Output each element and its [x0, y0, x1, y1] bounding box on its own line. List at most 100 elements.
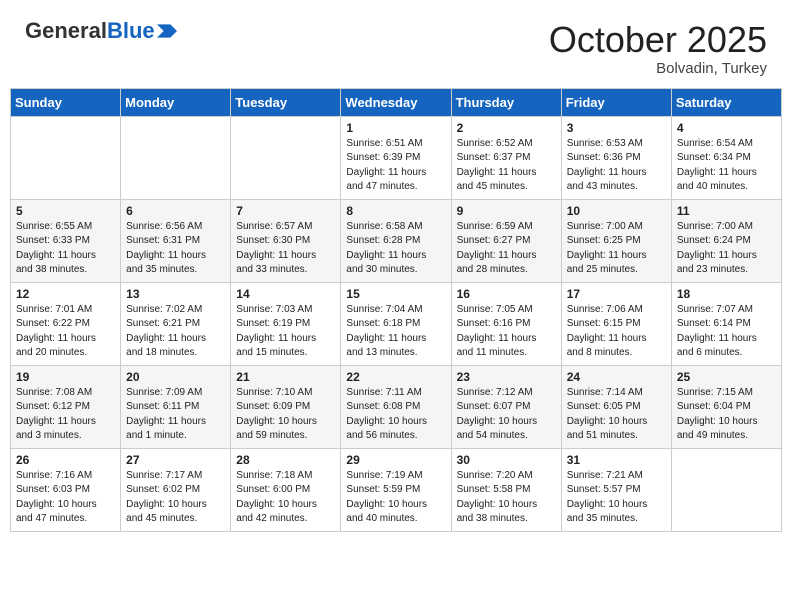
day-number: 25: [677, 370, 776, 384]
day-info: Sunrise: 6:56 AM Sunset: 6:31 PM Dayligh…: [126, 220, 225, 278]
day-number: 22: [346, 370, 445, 384]
week-row-1: 1 Sunrise: 6:51 AM Sunset: 6:39 PM Daylig…: [11, 116, 782, 199]
day-info: Sunrise: 6:59 AM Sunset: 6:27 PM Dayligh…: [457, 220, 556, 278]
calendar-table: SundayMondayTuesdayWednesdayThursdayFrid…: [10, 88, 782, 532]
day-info: Sunrise: 7:15 AM Sunset: 6:04 PM Dayligh…: [677, 386, 776, 444]
week-row-3: 12Sunrise: 7:01 AM Sunset: 6:22 PM Dayli…: [11, 282, 782, 365]
day-info: Sunrise: 6:53 AM Sunset: 6:36 PM Dayligh…: [567, 137, 666, 195]
day-number: 19: [16, 370, 115, 384]
day-cell: 3 Sunrise: 6:53 AM Sunset: 6:36 PM Daylig…: [561, 116, 671, 199]
day-info: Sunrise: 7:20 AM Sunset: 5:58 PM Dayligh…: [457, 469, 556, 527]
day-number: 16: [457, 287, 556, 301]
day-cell: [121, 116, 231, 199]
day-cell: 26 Sunrise: 7:16 AM Sunset: 6:03 PM Dayli…: [11, 448, 121, 531]
day-number: 8: [346, 204, 445, 218]
day-number: 10: [567, 204, 666, 218]
week-row-4: 19 Sunrise: 7:08 AM Sunset: 6:12 PM Dayli…: [11, 365, 782, 448]
day-cell: 8 Sunrise: 6:58 AM Sunset: 6:28 PM Daylig…: [341, 199, 451, 282]
day-cell: 4 Sunrise: 6:54 AM Sunset: 6:34 PM Daylig…: [671, 116, 781, 199]
day-info: Sunrise: 7:03 AM Sunset: 6:19 PM Dayligh…: [236, 303, 335, 361]
day-info: Sunrise: 7:21 AM Sunset: 5:57 PM Dayligh…: [567, 469, 666, 527]
header-wednesday: Wednesday: [341, 88, 451, 116]
day-cell: 12Sunrise: 7:01 AM Sunset: 6:22 PM Dayli…: [11, 282, 121, 365]
day-cell: 20Sunrise: 7:09 AM Sunset: 6:11 PM Dayli…: [121, 365, 231, 448]
day-cell: 21 Sunrise: 7:10 AM Sunset: 6:09 PM Dayli…: [231, 365, 341, 448]
header-saturday: Saturday: [671, 88, 781, 116]
day-info: Sunrise: 6:55 AM Sunset: 6:33 PM Dayligh…: [16, 220, 115, 278]
day-number: 27: [126, 453, 225, 467]
day-info: Sunrise: 7:00 AM Sunset: 6:24 PM Dayligh…: [677, 220, 776, 278]
calendar-header: SundayMondayTuesdayWednesdayThursdayFrid…: [11, 88, 782, 116]
day-cell: [231, 116, 341, 199]
header-sunday: Sunday: [11, 88, 121, 116]
calendar-body: 1 Sunrise: 6:51 AM Sunset: 6:39 PM Daylig…: [11, 116, 782, 531]
day-cell: 17 Sunrise: 7:06 AM Sunset: 6:15 PM Dayli…: [561, 282, 671, 365]
day-number: 18: [677, 287, 776, 301]
day-info: Sunrise: 7:01 AM Sunset: 6:22 PM Dayligh…: [16, 303, 115, 361]
day-number: 13: [126, 287, 225, 301]
day-number: 30: [457, 453, 556, 467]
day-info: Sunrise: 6:54 AM Sunset: 6:34 PM Dayligh…: [677, 137, 776, 195]
day-cell: 13 Sunrise: 7:02 AM Sunset: 6:21 PM Dayli…: [121, 282, 231, 365]
day-info: Sunrise: 6:51 AM Sunset: 6:39 PM Dayligh…: [346, 137, 445, 195]
day-info: Sunrise: 7:18 AM Sunset: 6:00 PM Dayligh…: [236, 469, 335, 527]
day-number: 2: [457, 121, 556, 135]
day-info: Sunrise: 7:09 AM Sunset: 6:11 PM Dayligh…: [126, 386, 225, 444]
day-info: Sunrise: 7:08 AM Sunset: 6:12 PM Dayligh…: [16, 386, 115, 444]
day-number: 3: [567, 121, 666, 135]
day-number: 21: [236, 370, 335, 384]
days-of-week-row: SundayMondayTuesdayWednesdayThursdayFrid…: [11, 88, 782, 116]
day-info: Sunrise: 6:52 AM Sunset: 6:37 PM Dayligh…: [457, 137, 556, 195]
day-info: Sunrise: 7:07 AM Sunset: 6:14 PM Dayligh…: [677, 303, 776, 361]
page-header: GeneralBlue October 2025 Bolvadin, Turke…: [10, 10, 782, 82]
day-cell: 16Sunrise: 7:05 AM Sunset: 6:16 PM Dayli…: [451, 282, 561, 365]
day-info: Sunrise: 7:16 AM Sunset: 6:03 PM Dayligh…: [16, 469, 115, 527]
day-info: Sunrise: 7:19 AM Sunset: 5:59 PM Dayligh…: [346, 469, 445, 527]
day-cell: 31 Sunrise: 7:21 AM Sunset: 5:57 PM Dayli…: [561, 448, 671, 531]
day-number: 14: [236, 287, 335, 301]
day-cell: 5 Sunrise: 6:55 AM Sunset: 6:33 PM Daylig…: [11, 199, 121, 282]
day-info: Sunrise: 6:58 AM Sunset: 6:28 PM Dayligh…: [346, 220, 445, 278]
title-block: October 2025 Bolvadin, Turkey: [549, 20, 767, 77]
day-number: 24: [567, 370, 666, 384]
day-number: 1: [346, 121, 445, 135]
header-thursday: Thursday: [451, 88, 561, 116]
day-number: 17: [567, 287, 666, 301]
day-cell: [11, 116, 121, 199]
day-info: Sunrise: 7:02 AM Sunset: 6:21 PM Dayligh…: [126, 303, 225, 361]
day-cell: 24Sunrise: 7:14 AM Sunset: 6:05 PM Dayli…: [561, 365, 671, 448]
logo: GeneralBlue: [25, 20, 177, 42]
day-cell: 2 Sunrise: 6:52 AM Sunset: 6:37 PM Daylig…: [451, 116, 561, 199]
day-info: Sunrise: 7:10 AM Sunset: 6:09 PM Dayligh…: [236, 386, 335, 444]
day-number: 6: [126, 204, 225, 218]
day-info: Sunrise: 7:12 AM Sunset: 6:07 PM Dayligh…: [457, 386, 556, 444]
day-info: Sunrise: 7:17 AM Sunset: 6:02 PM Dayligh…: [126, 469, 225, 527]
day-number: 23: [457, 370, 556, 384]
location: Bolvadin, Turkey: [549, 60, 767, 77]
day-cell: [671, 448, 781, 531]
day-number: 15: [346, 287, 445, 301]
day-info: Sunrise: 7:00 AM Sunset: 6:25 PM Dayligh…: [567, 220, 666, 278]
day-cell: 28Sunrise: 7:18 AM Sunset: 6:00 PM Dayli…: [231, 448, 341, 531]
day-number: 5: [16, 204, 115, 218]
day-cell: 23 Sunrise: 7:12 AM Sunset: 6:07 PM Dayli…: [451, 365, 561, 448]
day-cell: 10 Sunrise: 7:00 AM Sunset: 6:25 PM Dayli…: [561, 199, 671, 282]
day-number: 26: [16, 453, 115, 467]
day-number: 4: [677, 121, 776, 135]
day-cell: 15Sunrise: 7:04 AM Sunset: 6:18 PM Dayli…: [341, 282, 451, 365]
day-info: Sunrise: 7:11 AM Sunset: 6:08 PM Dayligh…: [346, 386, 445, 444]
header-tuesday: Tuesday: [231, 88, 341, 116]
day-cell: 25 Sunrise: 7:15 AM Sunset: 6:04 PM Dayli…: [671, 365, 781, 448]
day-number: 11: [677, 204, 776, 218]
week-row-5: 26 Sunrise: 7:16 AM Sunset: 6:03 PM Dayli…: [11, 448, 782, 531]
day-info: Sunrise: 6:57 AM Sunset: 6:30 PM Dayligh…: [236, 220, 335, 278]
day-info: Sunrise: 7:06 AM Sunset: 6:15 PM Dayligh…: [567, 303, 666, 361]
day-number: 29: [346, 453, 445, 467]
day-number: 31: [567, 453, 666, 467]
logo-text: GeneralBlue: [25, 20, 155, 42]
day-cell: 29 Sunrise: 7:19 AM Sunset: 5:59 PM Dayli…: [341, 448, 451, 531]
week-row-2: 5 Sunrise: 6:55 AM Sunset: 6:33 PM Daylig…: [11, 199, 782, 282]
header-monday: Monday: [121, 88, 231, 116]
day-number: 9: [457, 204, 556, 218]
day-cell: 1 Sunrise: 6:51 AM Sunset: 6:39 PM Daylig…: [341, 116, 451, 199]
